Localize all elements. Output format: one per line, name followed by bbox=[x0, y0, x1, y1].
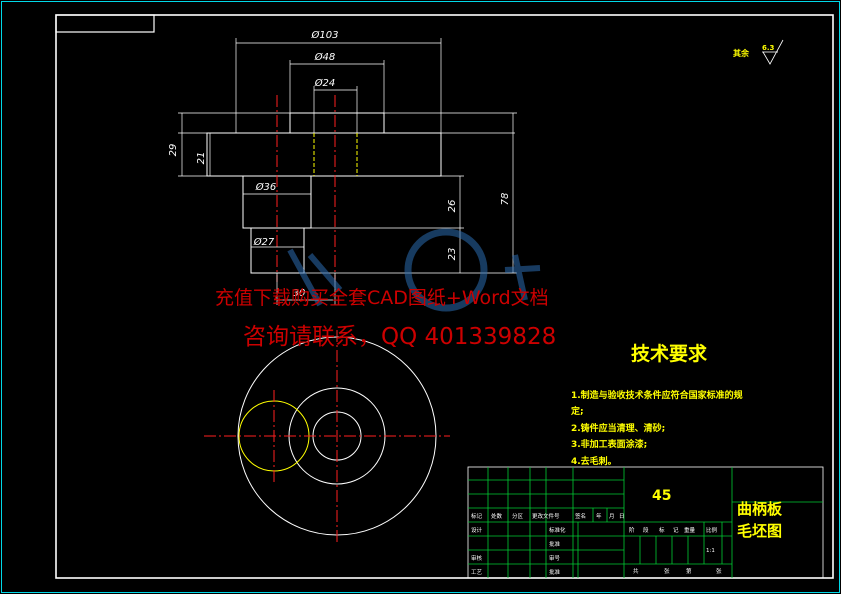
tb-hdr-change: 更改文件号 bbox=[532, 512, 560, 520]
tb-hdr-mark: 标记 bbox=[471, 512, 483, 520]
dim-text-d24: Ø24 bbox=[314, 77, 336, 89]
requirement-1b: 定; bbox=[570, 405, 584, 417]
tb-std-1: 标准化 bbox=[549, 526, 566, 534]
tb-scale-value: 1:1 bbox=[706, 548, 715, 554]
tb-hdr-year: 年 bbox=[596, 512, 602, 520]
tb-role-review: 审核 bbox=[471, 554, 483, 562]
surface-finish-value: 6.3 bbox=[762, 44, 775, 52]
tb-material: 45 bbox=[652, 488, 671, 504]
tb-hdr-month: 月 bbox=[609, 513, 615, 520]
tb-std-4: 批准 bbox=[549, 568, 561, 576]
top-flange-outline bbox=[206, 132, 442, 177]
tb-hdr-day: 日 bbox=[619, 513, 625, 520]
dim-text-h29: 29 bbox=[168, 144, 179, 157]
dim-text-h78: 78 bbox=[500, 193, 511, 206]
tb-hdr-sign: 签名 bbox=[575, 512, 586, 520]
tb-std-2: 批准 bbox=[549, 540, 561, 548]
cad-drawing: Ø103 Ø48 Ø24 Ø36 Ø27 30 29 21 26 78 23 其… bbox=[1, 1, 840, 593]
surface-finish-label: 其余 bbox=[733, 48, 750, 58]
tb-std-3: 审号 bbox=[549, 554, 561, 562]
tb-stage-3: 标 bbox=[659, 526, 665, 534]
dim-text-h23: 23 bbox=[447, 248, 458, 261]
tb-stage-4: 记 bbox=[673, 527, 679, 534]
tb-hdr-count: 处数 bbox=[491, 512, 503, 520]
tb-sheet-3: 第 bbox=[686, 567, 692, 575]
tb-hdr-zone: 分区 bbox=[512, 512, 524, 520]
tb-sheet-4: 张 bbox=[716, 567, 722, 575]
tb-weight: 重量 bbox=[684, 526, 696, 534]
requirement-2: 2.铸件应当清理、清砂; bbox=[571, 422, 665, 434]
watermark-line1: 充值下载购买全套CAD图纸+Word文档 bbox=[215, 287, 549, 309]
requirement-1: 1.制造与验收技术条件应符合国家标准的规 bbox=[571, 389, 743, 401]
top-view bbox=[204, 330, 450, 545]
tb-scale-label: 比例 bbox=[706, 526, 718, 534]
tb-role-process: 工艺 bbox=[471, 569, 483, 576]
tb-role-design: 设计 bbox=[471, 526, 483, 534]
surface-finish-symbol: 其余 6.3 bbox=[733, 39, 784, 65]
corner-box bbox=[55, 14, 155, 33]
tb-sheet-2: 张 bbox=[664, 567, 670, 575]
tb-stage-2: 段 bbox=[643, 526, 649, 534]
requirement-4: 4.去毛刺。 bbox=[571, 455, 617, 467]
dim-text-d36: Ø36 bbox=[255, 181, 277, 193]
watermark-line2: 咨询请联系，QQ 401339828 bbox=[243, 324, 556, 350]
dim-text-d103: Ø103 bbox=[311, 29, 339, 41]
requirement-3: 3.非加工表面涂漆; bbox=[571, 438, 647, 450]
dim-text-h26: 26 bbox=[447, 200, 458, 213]
title-block-texts: 标记 处数 分区 更改文件号 签名 年 月 日 设计 审核 工艺 标准化 批准 … bbox=[471, 488, 783, 576]
dim-text-d48: Ø48 bbox=[314, 51, 336, 63]
tb-part-name-1: 曲柄板 bbox=[737, 500, 783, 518]
tb-stage-1: 阶 bbox=[629, 526, 635, 534]
tb-sheet-1: 共 bbox=[633, 567, 639, 575]
tb-part-name-2: 毛坯图 bbox=[737, 522, 782, 540]
dim-text-d27: Ø27 bbox=[253, 236, 275, 248]
front-view bbox=[178, 38, 517, 305]
requirements-title: 技术要求 bbox=[631, 342, 708, 365]
dim-text-h21: 21 bbox=[196, 152, 207, 165]
